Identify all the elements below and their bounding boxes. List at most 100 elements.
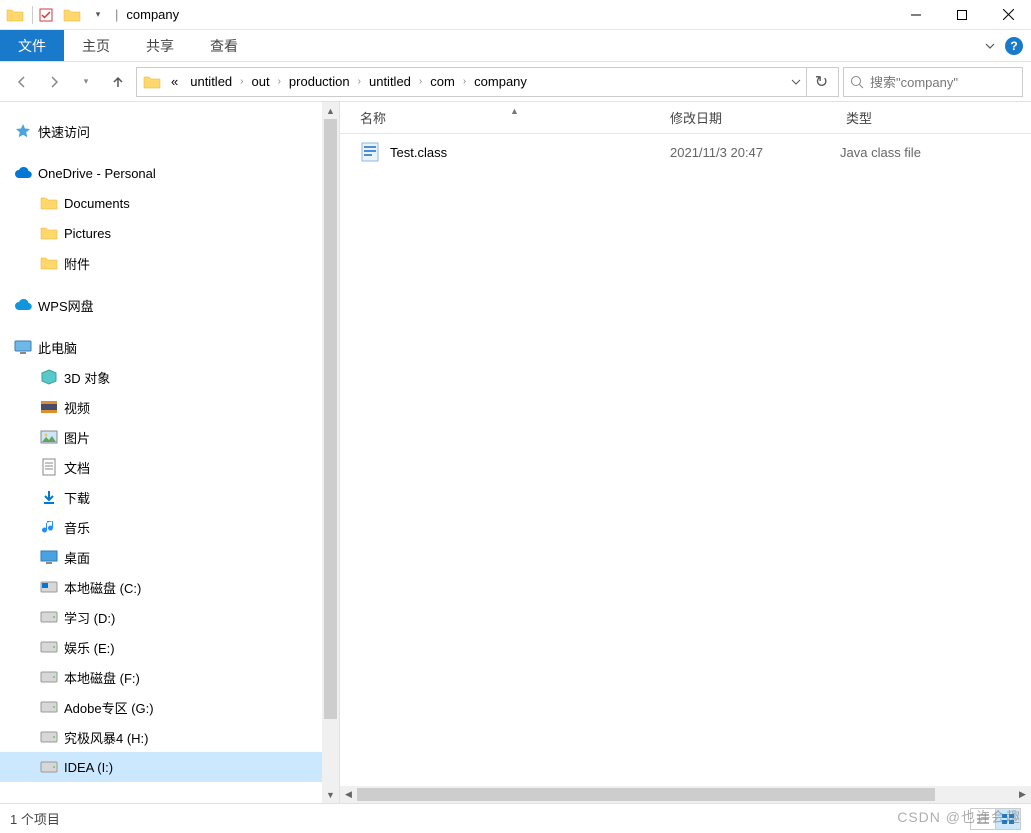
sidebar-item[interactable]: 本地磁盘 (C:) bbox=[0, 572, 322, 602]
tab-home[interactable]: 主页 bbox=[64, 30, 128, 61]
sidebar-item[interactable]: 附件 bbox=[0, 248, 322, 278]
sidebar-item[interactable]: 本地磁盘 (F:) bbox=[0, 662, 322, 692]
breadcrumb-item[interactable]: untitled bbox=[363, 68, 417, 96]
breadcrumb-item[interactable]: out bbox=[246, 68, 276, 96]
address-bar[interactable]: « untitled› out› production› untitled› c… bbox=[136, 67, 839, 97]
sidebar-item[interactable]: 下载 bbox=[0, 482, 322, 512]
breadcrumb-item[interactable]: com bbox=[424, 68, 461, 96]
desk-icon bbox=[40, 548, 58, 566]
sidebar-item[interactable]: 娱乐 (E:) bbox=[0, 632, 322, 662]
sidebar-label: WPS网盘 bbox=[38, 296, 94, 315]
main-area: 快速访问 OneDrive - Personal Documents Pictu… bbox=[0, 102, 1031, 803]
drivewin-icon bbox=[40, 578, 58, 596]
sidebar-onedrive[interactable]: OneDrive - Personal bbox=[0, 158, 322, 188]
column-date[interactable]: 修改日期 bbox=[670, 108, 840, 127]
breadcrumb-item[interactable]: untitled bbox=[184, 68, 238, 96]
sidebar-item[interactable]: 视频 bbox=[0, 392, 322, 422]
window-controls bbox=[893, 0, 1031, 30]
tab-share[interactable]: 共享 bbox=[128, 30, 192, 61]
scroll-up-icon[interactable]: ▲ bbox=[322, 102, 339, 119]
sidebar-item[interactable]: Pictures bbox=[0, 218, 322, 248]
recent-dropdown[interactable]: ▾ bbox=[72, 68, 100, 96]
pic-icon bbox=[40, 428, 58, 446]
file-row[interactable]: Test.class 2021/11/3 20:47 Java class fi… bbox=[340, 134, 1031, 170]
sidebar-item[interactable]: Documents bbox=[0, 188, 322, 218]
separator: | bbox=[115, 7, 118, 22]
back-button[interactable] bbox=[8, 68, 36, 96]
sidebar-this-pc[interactable]: 此电脑 bbox=[0, 332, 322, 362]
chevron-right-icon: › bbox=[461, 76, 468, 87]
column-headers: 名称▲ 修改日期 类型 bbox=[340, 102, 1031, 134]
sidebar-item[interactable]: 学习 (D:) bbox=[0, 602, 322, 632]
window-title: company bbox=[126, 7, 179, 22]
ribbon: 文件 主页 共享 查看 ? bbox=[0, 30, 1031, 62]
chevron-right-icon: › bbox=[417, 76, 424, 87]
help-icon[interactable]: ? bbox=[1005, 37, 1023, 55]
qat-properties[interactable] bbox=[35, 4, 57, 26]
sidebar-item[interactable]: 3D 对象 bbox=[0, 362, 322, 392]
scroll-thumb[interactable] bbox=[357, 788, 935, 801]
breadcrumb-prefix[interactable]: « bbox=[165, 68, 184, 96]
search-input[interactable]: 搜索"company" bbox=[843, 67, 1023, 97]
column-type[interactable]: 类型 bbox=[840, 108, 1031, 127]
scroll-down-icon[interactable]: ▼ bbox=[322, 786, 339, 803]
class-file-icon bbox=[360, 142, 380, 162]
sidebar-label: 音乐 bbox=[64, 518, 90, 537]
search-placeholder: 搜索"company" bbox=[870, 72, 958, 91]
forward-button[interactable] bbox=[40, 68, 68, 96]
chevron-right-icon: › bbox=[276, 76, 283, 87]
sidebar-wps[interactable]: WPS网盘 bbox=[0, 290, 322, 320]
search-icon bbox=[850, 75, 864, 89]
drive-icon bbox=[40, 668, 58, 686]
address-dropdown[interactable] bbox=[784, 68, 806, 96]
folder-icon bbox=[6, 6, 24, 24]
file-list[interactable]: Test.class 2021/11/3 20:47 Java class fi… bbox=[340, 134, 1031, 786]
sidebar-item[interactable]: 音乐 bbox=[0, 512, 322, 542]
sidebar-item[interactable]: Adobe专区 (G:) bbox=[0, 692, 322, 722]
close-button[interactable] bbox=[985, 0, 1031, 30]
sidebar-item[interactable]: 桌面 bbox=[0, 542, 322, 572]
sidebar-item[interactable]: 图片 bbox=[0, 422, 322, 452]
sidebar-label: 3D 对象 bbox=[64, 368, 110, 387]
folder-icon bbox=[63, 6, 81, 24]
drive-icon bbox=[40, 638, 58, 656]
qat-dropdown[interactable]: ▾ bbox=[87, 4, 109, 26]
sidebar-quick-access[interactable]: 快速访问 bbox=[0, 116, 322, 146]
sidebar-label: 此电脑 bbox=[38, 338, 77, 357]
sidebar-item[interactable]: 文档 bbox=[0, 452, 322, 482]
view-details-button[interactable] bbox=[970, 808, 996, 830]
drive-icon bbox=[40, 758, 58, 776]
sidebar-label: 究极风暴4 (H:) bbox=[64, 728, 149, 747]
drive-icon bbox=[40, 728, 58, 746]
sidebar-item[interactable]: IDEA (I:) bbox=[0, 752, 322, 782]
sidebar-item[interactable]: 究极风暴4 (H:) bbox=[0, 722, 322, 752]
maximize-button[interactable] bbox=[939, 0, 985, 30]
title-bar: ▾ | company bbox=[0, 0, 1031, 30]
address-row: ▾ « untitled› out› production› untitled›… bbox=[0, 62, 1031, 102]
file-date: 2021/11/3 20:47 bbox=[670, 145, 840, 160]
column-name[interactable]: 名称▲ bbox=[340, 108, 670, 127]
sidebar-scrollbar[interactable]: ▲ ▼ bbox=[322, 102, 339, 803]
status-bar: 1 个项目 bbox=[0, 803, 1031, 833]
chevron-right-icon: › bbox=[356, 76, 363, 87]
tab-file[interactable]: 文件 bbox=[0, 30, 64, 61]
scroll-thumb[interactable] bbox=[324, 119, 337, 719]
doc-icon bbox=[40, 458, 58, 476]
folder-icon bbox=[143, 73, 161, 91]
breadcrumb-item[interactable]: production bbox=[283, 68, 356, 96]
tab-view[interactable]: 查看 bbox=[192, 30, 256, 61]
drive-icon bbox=[40, 608, 58, 626]
scroll-left-icon[interactable]: ◀ bbox=[340, 789, 357, 800]
breadcrumb-item[interactable]: company bbox=[468, 68, 533, 96]
minimize-button[interactable] bbox=[893, 0, 939, 30]
cloud-icon bbox=[14, 164, 32, 182]
music-icon bbox=[40, 518, 58, 536]
view-icons-button[interactable] bbox=[995, 808, 1021, 830]
ribbon-expand-button[interactable] bbox=[979, 35, 1001, 57]
scroll-right-icon[interactable]: ▶ bbox=[1014, 789, 1031, 800]
horizontal-scrollbar[interactable]: ◀ ▶ bbox=[340, 786, 1031, 803]
up-button[interactable] bbox=[104, 68, 132, 96]
computer-icon bbox=[14, 338, 32, 356]
refresh-button[interactable]: ↻ bbox=[806, 68, 836, 96]
sidebar-label: 本地磁盘 (F:) bbox=[64, 668, 140, 687]
